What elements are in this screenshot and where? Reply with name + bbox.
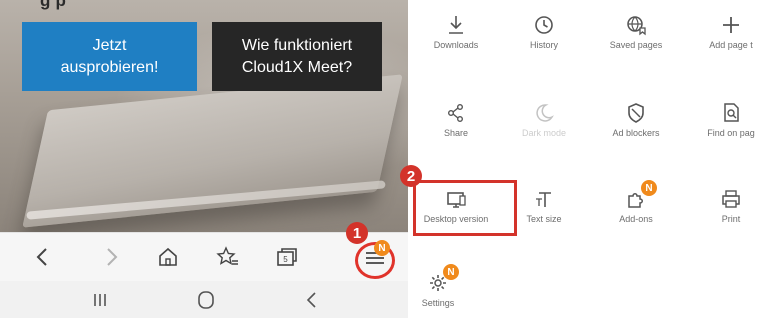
tabs-icon[interactable]: 5: [274, 245, 300, 269]
find-on-page-icon: [720, 102, 742, 124]
forward-icon[interactable]: [98, 245, 124, 269]
menu-item-find-on-page[interactable]: Find on pag: [683, 88, 776, 152]
add-ons-notification-badge: N: [641, 180, 657, 196]
svg-text:5: 5: [283, 255, 288, 264]
bookmark-add-icon[interactable]: [214, 245, 240, 269]
menu-item-settings[interactable]: N Settings: [408, 258, 486, 318]
menu-item-saved-pages[interactable]: Saved pages: [588, 0, 684, 64]
try-now-button[interactable]: Jetzt ausprobieren!: [22, 22, 197, 91]
settings-notification-badge: N: [443, 264, 459, 280]
how-it-works-button[interactable]: Wie funktioniert Cloud1X Meet?: [212, 22, 382, 91]
menu-item-dark-mode[interactable]: Dark mode: [496, 88, 592, 152]
history-icon: [533, 14, 555, 36]
menu-item-label: Ad blockers: [612, 128, 660, 138]
menu-item-label: History: [529, 40, 558, 50]
back-icon[interactable]: [30, 245, 56, 269]
menu-notification-badge: N: [374, 240, 390, 256]
share-icon: [445, 102, 467, 124]
hero-heading-cut: g p: [40, 0, 67, 10]
browser-toolbar: 5: [0, 232, 408, 281]
menu-item-history[interactable]: History: [496, 0, 592, 64]
plus-icon: [720, 14, 742, 36]
home-icon[interactable]: [155, 245, 181, 269]
browser-viewport: g p Jetzt ausprobieren! Wie funktioniert…: [0, 0, 408, 318]
download-icon: [445, 14, 467, 36]
step-2-badge: 2: [400, 165, 422, 187]
desktop-version-highlight-box: [413, 180, 517, 236]
browser-menu-panel: Downloads History Saved pages Add page t…: [408, 0, 776, 318]
menu-item-label: Share: [443, 128, 469, 138]
menu-item-add-page[interactable]: Add page t: [683, 0, 776, 64]
menu-item-label: Add page t: [709, 40, 753, 50]
menu-item-downloads[interactable]: Downloads: [408, 0, 504, 64]
shield-icon: [625, 102, 647, 124]
menu-item-print[interactable]: Print: [683, 174, 776, 238]
saved-pages-icon: [625, 14, 647, 36]
menu-item-ad-blockers[interactable]: Ad blockers: [588, 88, 684, 152]
menu-item-add-ons[interactable]: N Add-ons: [588, 174, 684, 238]
menu-item-label: Print: [721, 214, 741, 224]
home-circle-icon[interactable]: [194, 289, 218, 311]
system-navigation-bar: [0, 281, 408, 318]
menu-item-label: Settings: [421, 298, 455, 308]
step-1-badge: 1: [346, 222, 368, 244]
system-back-icon[interactable]: [300, 289, 324, 311]
recent-apps-icon[interactable]: [88, 289, 112, 311]
text-size-icon: [533, 188, 555, 210]
menu-item-share[interactable]: Share: [408, 88, 504, 152]
menu-item-label: Add-ons: [619, 214, 653, 224]
menu-item-label: Dark mode: [521, 128, 566, 138]
dark-mode-icon: [533, 102, 555, 124]
print-icon: [720, 188, 742, 210]
menu-item-label: Find on pag: [707, 128, 755, 138]
menu-item-label: Downloads: [433, 40, 479, 50]
menu-item-label: Saved pages: [609, 40, 663, 50]
